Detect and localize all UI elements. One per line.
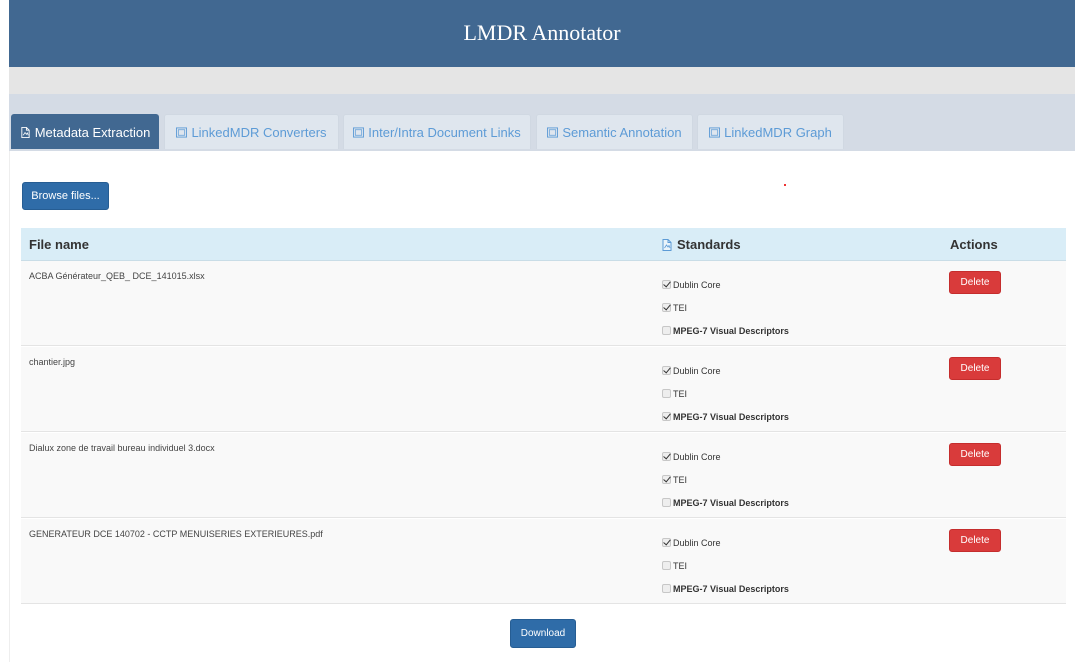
picture-icon <box>547 126 559 138</box>
dublin-core-checkbox[interactable] <box>662 366 671 375</box>
picture-icon <box>176 126 188 138</box>
tab-inter-intra-document-links[interactable]: Inter/Intra Document Links <box>343 114 531 149</box>
tab-metadata-extraction[interactable]: Metadata Extraction <box>11 114 159 149</box>
metadata-extraction-panel: Browse files... File name Standards Acti… <box>9 151 1075 662</box>
tab-label: LinkedMDR Graph <box>724 124 832 140</box>
app-header: LMDR Annotator <box>9 0 1075 67</box>
dublin-core-checkbox[interactable] <box>662 538 671 547</box>
standard-dublin-core: Dublin Core <box>662 531 789 554</box>
standard-label: TEI <box>673 560 688 571</box>
actions-header: Actions <box>950 237 998 252</box>
table-row: ACBA Générateur_QEB_ DCE_141015.xlsx Dub… <box>21 261 1066 346</box>
standards-header-label: Standards <box>677 237 741 252</box>
standard-tei: TEI <box>662 296 789 319</box>
standard-mpeg7: MPEG-7 Visual Descriptors <box>662 491 789 514</box>
tab-bar: Metadata Extraction LinkedMDR Converters… <box>9 94 1075 151</box>
mpeg7-checkbox[interactable] <box>662 498 671 507</box>
standard-mpeg7: MPEG-7 Visual Descriptors <box>662 319 789 342</box>
mpeg7-checkbox[interactable] <box>662 412 671 421</box>
table-row: Dialux zone de travail bureau individuel… <box>21 433 1066 518</box>
file-name: ACBA Générateur_QEB_ DCE_141015.xlsx <box>29 271 205 281</box>
standards-list: Dublin Core TEI MPEG-7 Visual Descriptor… <box>662 359 789 428</box>
tab-label: Inter/Intra Document Links <box>368 124 521 140</box>
standard-label: MPEG-7 Visual Descriptors <box>673 411 789 422</box>
standard-tei: TEI <box>662 382 789 405</box>
files-table-header: File name Standards Actions <box>21 228 1066 261</box>
mpeg7-checkbox[interactable] <box>662 326 671 335</box>
status-dot <box>784 184 786 186</box>
tab-label: Metadata Extraction <box>34 124 151 140</box>
standard-label: MPEG-7 Visual Descriptors <box>673 497 789 508</box>
table-row: chantier.jpg Dublin Core TEI MPEG-7 Visu… <box>21 347 1066 432</box>
picture-icon <box>353 126 365 138</box>
delete-button[interactable]: Delete <box>949 271 1001 294</box>
table-row: GENERATEUR DCE 140702 - CCTP MENUISERIES… <box>21 519 1066 604</box>
standard-tei: TEI <box>662 554 789 577</box>
delete-button[interactable]: Delete <box>949 443 1001 466</box>
file-name: GENERATEUR DCE 140702 - CCTP MENUISERIES… <box>29 529 323 539</box>
app-title: LMDR Annotator <box>463 19 621 45</box>
standard-label: MPEG-7 Visual Descriptors <box>673 583 789 594</box>
standard-dublin-core: Dublin Core <box>662 359 789 382</box>
standard-label: Dublin Core <box>673 365 721 376</box>
download-button[interactable]: Download <box>510 619 576 648</box>
mpeg7-checkbox[interactable] <box>662 584 671 593</box>
file-name: chantier.jpg <box>29 357 76 367</box>
standard-label: Dublin Core <box>673 451 721 462</box>
document-icon <box>21 126 30 138</box>
file-name-header: File name <box>29 237 89 252</box>
dublin-core-checkbox[interactable] <box>662 452 671 461</box>
tab-linkedmdr-converters[interactable]: LinkedMDR Converters <box>164 114 339 149</box>
picture-icon <box>709 126 721 138</box>
standards-list: Dublin Core TEI MPEG-7 Visual Descriptor… <box>662 445 789 514</box>
toolbar-strip <box>9 67 1075 94</box>
tei-checkbox[interactable] <box>662 561 671 570</box>
tab-linkedmdr-graph[interactable]: LinkedMDR Graph <box>697 114 844 149</box>
standard-dublin-core: Dublin Core <box>662 273 789 296</box>
tei-checkbox[interactable] <box>662 303 671 312</box>
standard-tei: TEI <box>662 468 789 491</box>
document-icon <box>662 238 672 251</box>
delete-button[interactable]: Delete <box>949 529 1001 552</box>
standard-label: Dublin Core <box>673 279 721 290</box>
tab-label: Semantic Annotation <box>562 124 682 140</box>
tei-checkbox[interactable] <box>662 389 671 398</box>
standard-label: Dublin Core <box>673 537 721 548</box>
standard-label: TEI <box>673 302 688 313</box>
tei-checkbox[interactable] <box>662 475 671 484</box>
standard-label: TEI <box>673 388 688 399</box>
file-name: Dialux zone de travail bureau individuel… <box>29 443 215 453</box>
browse-files-button[interactable]: Browse files... <box>22 182 109 210</box>
standards-list: Dublin Core TEI MPEG-7 Visual Descriptor… <box>662 273 789 342</box>
standard-label: MPEG-7 Visual Descriptors <box>673 325 789 336</box>
tab-semantic-annotation[interactable]: Semantic Annotation <box>536 114 693 149</box>
delete-button[interactable]: Delete <box>949 357 1001 380</box>
standards-list: Dublin Core TEI MPEG-7 Visual Descriptor… <box>662 531 789 600</box>
standard-mpeg7: MPEG-7 Visual Descriptors <box>662 577 789 600</box>
tab-label: LinkedMDR Converters <box>191 124 327 140</box>
standards-header: Standards <box>662 237 741 252</box>
standard-label: TEI <box>673 474 688 485</box>
dublin-core-checkbox[interactable] <box>662 280 671 289</box>
standard-mpeg7: MPEG-7 Visual Descriptors <box>662 405 789 428</box>
standard-dublin-core: Dublin Core <box>662 445 789 468</box>
